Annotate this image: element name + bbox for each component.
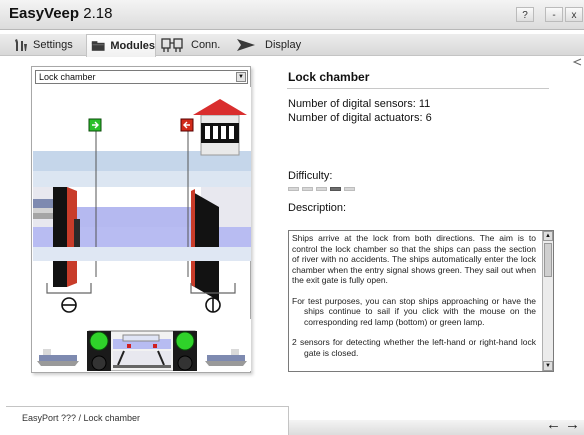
lock-scene bbox=[33, 87, 251, 371]
description-box[interactable]: Ships arrive at the lock from both direc… bbox=[288, 230, 554, 372]
difficulty-step bbox=[316, 187, 327, 191]
status-divider bbox=[6, 406, 288, 407]
app-title: EasyVeep 2.18 bbox=[9, 5, 113, 22]
traffic-light-left[interactable] bbox=[87, 331, 111, 371]
description-scrollbar[interactable]: ▲ ▼ bbox=[542, 231, 553, 371]
back-arrow-icon[interactable]: ← bbox=[546, 416, 561, 433]
difficulty-step bbox=[330, 187, 341, 191]
collapse-icon[interactable] bbox=[572, 58, 582, 66]
sensor-count: Number of digital sensors: 11 bbox=[288, 98, 431, 110]
module-select[interactable]: Lock chamber ▼ bbox=[35, 70, 248, 84]
description-label: Description: bbox=[288, 202, 347, 214]
scroll-down-icon[interactable]: ▼ bbox=[543, 361, 553, 371]
help-button[interactable]: ? bbox=[516, 7, 534, 22]
title-divider bbox=[287, 88, 549, 89]
scroll-thumb[interactable] bbox=[544, 243, 552, 277]
difficulty-step bbox=[288, 187, 299, 191]
status-path: EasyPort ??? / Lock chamber bbox=[22, 413, 141, 423]
gate-drive-left bbox=[46, 283, 92, 313]
status-bar-right bbox=[289, 420, 584, 435]
forward-arrow-icon[interactable]: → bbox=[565, 416, 580, 433]
title-bar: EasyVeep 2.18 ? - x bbox=[0, 0, 584, 30]
module-title: Lock chamber bbox=[288, 70, 370, 84]
tab-settings[interactable]: Settings bbox=[14, 34, 73, 56]
settings-icon bbox=[15, 39, 27, 51]
scroll-up-icon[interactable]: ▲ bbox=[543, 231, 553, 241]
connector-icon bbox=[161, 38, 183, 52]
difficulty-step bbox=[344, 187, 355, 191]
chevron-down-icon[interactable]: ▼ bbox=[236, 72, 246, 82]
tab-modules[interactable]: Modules bbox=[86, 34, 156, 57]
lock-gate-left bbox=[53, 187, 80, 287]
difficulty-step bbox=[302, 187, 313, 191]
close-button[interactable]: x bbox=[565, 7, 583, 22]
difficulty-label: Difficulty: bbox=[288, 170, 333, 182]
traffic-light-right[interactable] bbox=[173, 331, 197, 371]
simulation-panel: Lock chamber ▼ bbox=[31, 66, 251, 373]
folder-icon bbox=[91, 41, 105, 51]
description-paragraph: For test purposes, you can stop ships ap… bbox=[292, 295, 536, 327]
actuator-count: Number of digital actuators: 6 bbox=[288, 112, 432, 124]
description-text: Ships arrive at the lock from both direc… bbox=[292, 233, 536, 368]
difficulty-rating bbox=[288, 187, 355, 191]
lock-gate-right bbox=[191, 189, 219, 301]
minimize-button[interactable]: - bbox=[545, 7, 563, 22]
description-paragraph: 2 sensors for detecting whether the left… bbox=[292, 337, 536, 358]
play-arrow-icon bbox=[237, 39, 255, 51]
tab-bar: Settings Modules Conn. Display bbox=[0, 34, 584, 57]
description-paragraph: Ships arrive at the lock from both direc… bbox=[292, 233, 536, 285]
tab-connections[interactable]: Conn. bbox=[160, 34, 220, 56]
tab-display[interactable]: Display bbox=[236, 34, 301, 56]
